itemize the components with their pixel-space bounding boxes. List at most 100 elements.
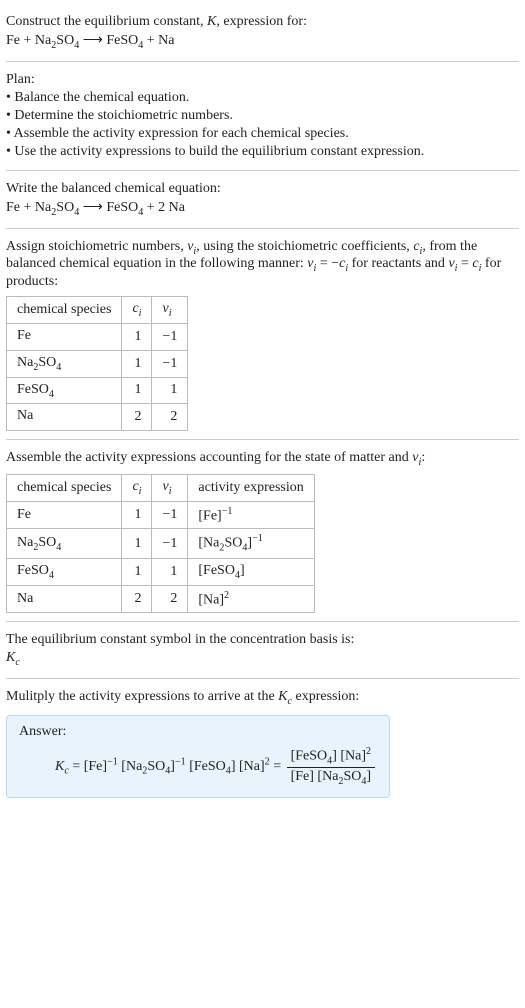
t1-h3-i: i	[169, 308, 172, 319]
num-sup: 2	[366, 746, 371, 757]
ax-a: [FeSO	[198, 563, 235, 578]
den-b: SO	[343, 769, 361, 784]
frac-den: [Fe] [Na2SO4]	[287, 768, 375, 787]
ax-m: SO	[224, 536, 242, 551]
sp-a: FeSO	[17, 563, 49, 578]
eq-rhs-1: FeSO	[106, 33, 138, 48]
eq-lhs-1: Fe + Na	[6, 33, 51, 48]
assign-d: for reactants and	[348, 256, 448, 271]
sp-a: FeSO	[17, 382, 49, 397]
num-b: ] [Na]	[332, 749, 366, 764]
t2-c: 2	[122, 585, 152, 613]
table-row: Na 2 2 [Na]2	[7, 585, 315, 613]
table-row: Fe 1 −1	[7, 323, 188, 350]
plan-title: Plan:	[6, 72, 519, 88]
ans-p1-sup: −1	[107, 756, 118, 767]
intro-section: Construct the equilibrium constant, K, e…	[6, 4, 519, 62]
eq-arrow: ⟶	[79, 33, 106, 48]
t2-h3-i: i	[169, 486, 172, 497]
den-a: [Fe] [Na	[291, 769, 339, 784]
assign-a: Assign stoichiometric numbers,	[6, 239, 187, 254]
ans-p2b: SO	[147, 759, 165, 774]
t2-sp: FeSO4	[7, 558, 122, 585]
ans-p1: [Fe]	[84, 759, 107, 774]
sp-d: 4	[56, 362, 61, 373]
sp-a: Na	[17, 355, 33, 370]
table-row: chemical species ci νi	[7, 297, 188, 324]
assemble-text: Assemble the activity expressions accoun…	[6, 450, 519, 468]
t2-h3: νi	[152, 474, 188, 501]
assign-eq1-eq: = −	[316, 256, 339, 271]
activity-table: chemical species ci νi activity expressi…	[6, 474, 315, 613]
bal-arrow: ⟶	[79, 200, 106, 215]
table-row: Fe 1 −1 [Fe]−1	[7, 501, 315, 529]
kc-symbol-section: The equilibrium constant symbol in the c…	[6, 622, 519, 679]
ans-p2a: [Na	[118, 759, 143, 774]
ans-p3a: [FeSO	[186, 759, 226, 774]
t2-h2: ci	[122, 474, 152, 501]
answer-expression: Kc = [Fe]−1 [Na2SO4]−1 [FeSO4] [Na]2 = […	[19, 746, 377, 787]
ans-K: K	[55, 759, 64, 774]
kc-c: c	[15, 657, 19, 668]
t1-c: 1	[122, 323, 152, 350]
intro-text-a: Construct the equilibrium constant,	[6, 14, 207, 29]
t1-nu: −1	[152, 323, 188, 350]
balanced-eq: Fe + Na2SO4 ⟶ FeSO4 + 2 Na	[6, 199, 519, 218]
t2-c: 1	[122, 558, 152, 585]
table-row: chemical species ci νi activity expressi…	[7, 474, 315, 501]
intro-equation: Fe + Na2SO4 ⟶ FeSO4 + Na	[6, 32, 519, 51]
intro-text-b: , expression for:	[216, 14, 307, 29]
sp-c: SO	[38, 355, 56, 370]
t2-sp: Fe	[7, 501, 122, 529]
ax-a: [Na]	[198, 592, 224, 607]
ans-p4: [Na]	[235, 759, 264, 774]
t1-c: 2	[122, 404, 152, 431]
ax-a: [Na	[198, 536, 219, 551]
kc-symbol-text: The equilibrium constant symbol in the c…	[6, 632, 519, 648]
t2-nu: 2	[152, 585, 188, 613]
assign-section: Assign stoichiometric numbers, νi, using…	[6, 229, 519, 441]
t1-sp: Na2SO4	[7, 350, 122, 377]
table-row: FeSO4 1 1	[7, 377, 188, 404]
plan-b4: • Use the activity expressions to build …	[6, 144, 519, 160]
sp-a: Na	[17, 591, 33, 606]
multiply-text: Mulitply the activity expressions to arr…	[6, 689, 519, 707]
mul-b: expression:	[292, 689, 359, 704]
intro-K: K	[207, 14, 216, 29]
sp-a: Fe	[17, 328, 31, 343]
assign-eq2-eq: =	[457, 256, 472, 271]
t2-ax: [Na2SO4]−1	[188, 529, 314, 558]
plan-b1: • Balance the chemical equation.	[6, 90, 519, 106]
plan-b2: • Determine the stoichiometric numbers.	[6, 108, 519, 124]
assemble-section: Assemble the activity expressions accoun…	[6, 440, 519, 622]
table-row: FeSO4 1 1 [FeSO4]	[7, 558, 315, 585]
ax-sup: −1	[222, 506, 233, 517]
t2-nu: −1	[152, 501, 188, 529]
eq-lhs-3: SO	[56, 33, 74, 48]
sp-d: 4	[56, 542, 61, 553]
sp-a: Na	[17, 535, 33, 550]
t2-h4: activity expression	[188, 474, 314, 501]
num-a: [FeSO	[291, 749, 328, 764]
answer-fraction: [FeSO4] [Na]2[Fe] [Na2SO4]	[287, 746, 375, 787]
mul-a: Mulitply the activity expressions to arr…	[6, 689, 278, 704]
ans-eq2: =	[270, 759, 285, 774]
mul-K: K	[278, 689, 287, 704]
ans-p2-sup: −1	[175, 756, 186, 767]
t1-nu: 2	[152, 404, 188, 431]
bal-l3: SO	[56, 200, 74, 215]
t1-c: 1	[122, 350, 152, 377]
t2-c: 1	[122, 501, 152, 529]
table-row: Na2SO4 1 −1	[7, 350, 188, 377]
balanced-title: Write the balanced chemical equation:	[6, 181, 519, 197]
t1-h1: chemical species	[7, 297, 122, 324]
balanced-section: Write the balanced chemical equation: Fe…	[6, 171, 519, 229]
sp-b: 4	[49, 388, 54, 399]
table-row: Na 2 2	[7, 404, 188, 431]
den-c: ]	[366, 769, 371, 784]
assemble-colon: :	[421, 450, 425, 465]
t2-sp: Na2SO4	[7, 529, 122, 558]
sp-b: 4	[49, 570, 54, 581]
intro-line1: Construct the equilibrium constant, K, e…	[6, 14, 519, 30]
ax-a: [Fe]	[198, 508, 221, 523]
